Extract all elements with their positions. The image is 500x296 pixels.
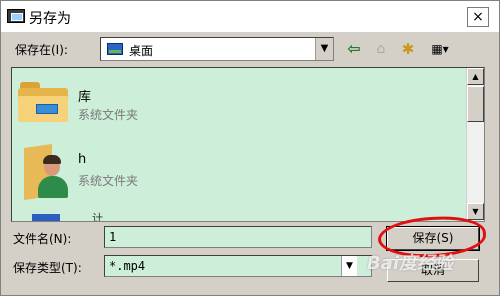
list-item[interactable]: h 系统文件夹	[18, 144, 218, 204]
computer-icon	[32, 214, 60, 221]
window-title: 另存为	[29, 11, 71, 27]
scroll-down-button[interactable]: ▼	[467, 203, 484, 220]
scroll-thumb[interactable]	[467, 86, 484, 122]
view-menu-icon[interactable]: ▦▾	[425, 39, 455, 59]
library-folder-icon	[18, 82, 68, 122]
save-button[interactable]: 保存(S)	[387, 227, 479, 250]
chevron-down-icon[interactable]: ▼	[315, 38, 333, 60]
list-item[interactable]: 库 系统文件夹	[18, 78, 218, 138]
new-folder-icon[interactable]: ✱	[397, 39, 419, 59]
chevron-down-icon[interactable]: ▼	[341, 256, 357, 276]
scroll-up-button[interactable]: ▲	[467, 68, 484, 85]
app-icon	[7, 9, 25, 23]
save-as-dialog: 另存为 × 保存在(I): 桌面 ▼ ⇦ ⌂ ✱ ▦▾ 库 系统文件夹 h 系统…	[0, 0, 500, 296]
filetype-dropdown[interactable]: *.mp4 ▼	[104, 255, 372, 277]
file-list[interactable]: 库 系统文件夹 h 系统文件夹 计算机 ▲ ▼	[11, 67, 485, 222]
filetype-label: 保存类型(T):	[13, 261, 82, 275]
up-folder-icon[interactable]: ⌂	[371, 39, 391, 59]
save-in-label: 保存在(I):	[15, 43, 68, 57]
item-name: h	[78, 152, 87, 167]
back-arrow-icon[interactable]: ⇦	[345, 39, 363, 59]
filename-field[interactable]: 1	[104, 226, 372, 248]
desktop-icon	[107, 43, 123, 55]
vertical-scrollbar[interactable]: ▲ ▼	[466, 68, 484, 221]
filename-label: 文件名(N):	[13, 232, 72, 246]
cancel-button[interactable]: 取消	[387, 259, 479, 282]
title-bar[interactable]: 另存为 ×	[1, 1, 499, 33]
filetype-value: *.mp4	[109, 259, 146, 273]
close-button[interactable]: ×	[467, 7, 489, 27]
item-name: 库	[78, 90, 92, 105]
item-name: 计算机	[92, 212, 103, 222]
item-type: 系统文件夹	[78, 108, 139, 122]
save-in-dropdown[interactable]: 桌面 ▼	[100, 37, 334, 61]
item-type: 系统文件夹	[78, 174, 139, 188]
save-in-value: 桌面	[129, 44, 154, 58]
user-folder-icon	[24, 144, 70, 202]
list-item[interactable]: 计算机	[32, 212, 112, 221]
